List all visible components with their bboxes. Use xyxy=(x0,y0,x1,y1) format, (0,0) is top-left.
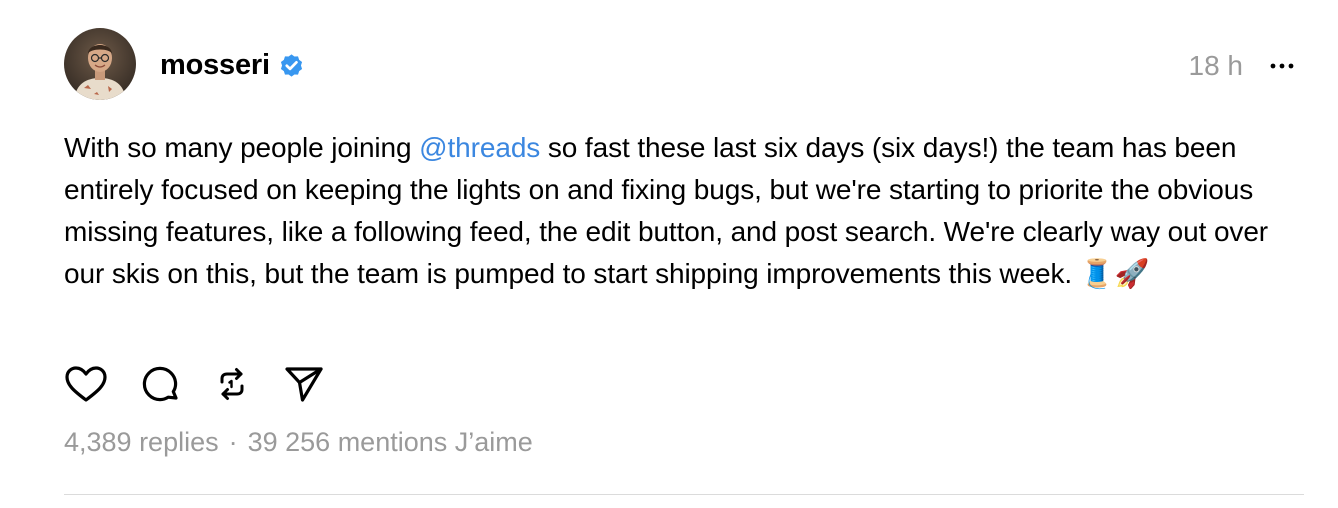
post-timestamp: 18 h xyxy=(1188,50,1244,81)
post-emojis: 🧵🚀 xyxy=(1079,258,1150,289)
likes-count[interactable]: 39 256 mentions J’aime xyxy=(248,427,533,457)
profile-photo-icon xyxy=(64,28,136,100)
post-stats: 4,389 replies · 39 256 mentions J’aime xyxy=(64,424,533,460)
comment-icon[interactable] xyxy=(138,362,182,406)
divider xyxy=(64,494,1304,495)
repost-icon[interactable] xyxy=(210,362,254,406)
more-options-icon[interactable] xyxy=(1264,52,1300,80)
thread-post: mosseri 18 h With so many people joining… xyxy=(0,0,1338,508)
mention-link[interactable]: @threads xyxy=(419,132,540,163)
heart-icon[interactable] xyxy=(64,362,108,406)
send-icon[interactable] xyxy=(282,362,326,406)
post-text-start: With so many people joining xyxy=(64,132,420,163)
verified-badge-icon xyxy=(280,54,303,77)
stats-separator: · xyxy=(228,427,238,457)
username[interactable]: mosseri xyxy=(160,47,270,83)
replies-count[interactable]: 4,389 replies xyxy=(64,427,219,457)
avatar[interactable] xyxy=(64,28,136,100)
post-body: With so many people joining @threads so … xyxy=(64,127,1304,295)
